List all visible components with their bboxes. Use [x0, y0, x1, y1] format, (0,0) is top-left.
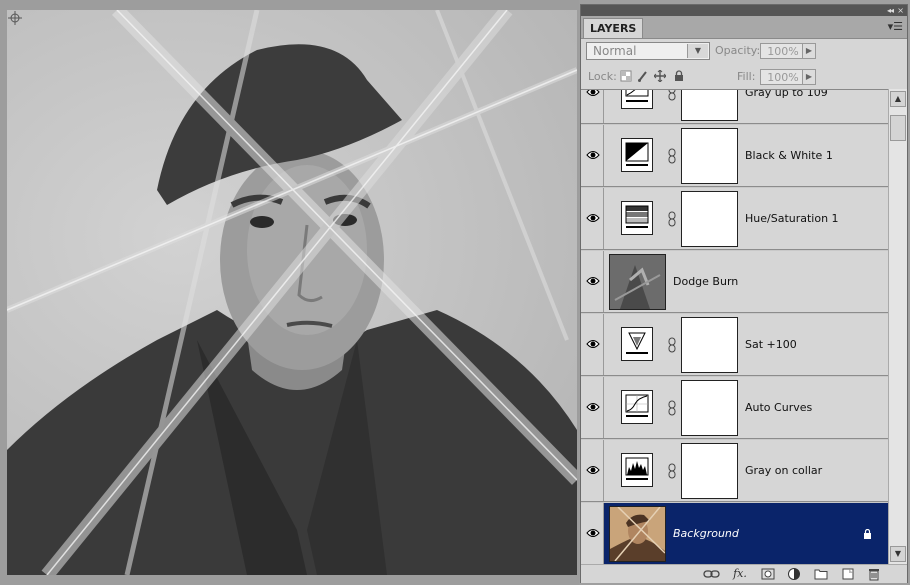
fill-field[interactable]: 100%	[760, 69, 806, 85]
new-group-icon[interactable]	[814, 567, 828, 581]
levels-icon	[621, 453, 653, 487]
fx-icon[interactable]: fx.	[732, 567, 748, 581]
new-adjustment-icon[interactable]	[787, 567, 801, 581]
layer-name[interactable]: Hue/Saturation 1	[745, 188, 839, 250]
new-layer-icon[interactable]	[841, 567, 855, 581]
visibility-toggle[interactable]	[581, 125, 604, 186]
link-chain-icon[interactable]	[668, 400, 676, 416]
layer-row-selected[interactable]: Background	[581, 503, 888, 565]
close-icon[interactable]: ×	[897, 5, 904, 16]
layer-name[interactable]: Gray up to 109	[745, 90, 828, 124]
document-canvas[interactable]	[0, 0, 579, 585]
eye-icon	[586, 214, 600, 222]
lock-icon	[864, 529, 871, 539]
layer-mask-thumbnail[interactable]	[681, 443, 738, 499]
layer-row[interactable]: Black & White 1	[581, 125, 888, 187]
layer-mask-thumbnail[interactable]	[681, 317, 738, 373]
visibility-toggle[interactable]	[581, 440, 604, 501]
tab-layers[interactable]: LAYERS	[583, 18, 644, 38]
double-chevron-right-icon[interactable]: ◂◂	[887, 5, 894, 16]
layer-row[interactable]: Gray up to 109	[581, 89, 888, 124]
lock-label: Lock:	[588, 70, 617, 83]
layer-row[interactable]: Sat +100	[581, 314, 888, 376]
lock-position-move-icon[interactable]	[654, 70, 666, 82]
eye-icon	[586, 277, 600, 285]
visibility-toggle[interactable]	[581, 314, 604, 375]
panel-tab-bar: LAYERS ▾☰	[581, 16, 907, 39]
panel-title-bar[interactable]: ◂◂ ×	[581, 5, 907, 16]
eye-icon	[586, 403, 600, 411]
layer-name[interactable]: Auto Curves	[745, 377, 812, 439]
layer-name[interactable]: Dodge Burn	[673, 251, 738, 313]
add-mask-icon[interactable]	[761, 567, 775, 581]
visibility-toggle[interactable]	[581, 188, 604, 249]
link-chain-icon[interactable]	[668, 89, 676, 101]
portrait-photo[interactable]	[7, 10, 577, 575]
photo-thumbnail[interactable]	[609, 506, 666, 562]
blend-mode-dropdown[interactable]: Normal ▼	[586, 42, 710, 60]
layer-row[interactable]: Dodge Burn	[581, 251, 888, 313]
layer-name[interactable]: Sat +100	[745, 314, 797, 376]
layer-name[interactable]: Black & White 1	[745, 125, 833, 187]
layer-mask-thumbnail[interactable]	[681, 128, 738, 184]
link-chain-icon[interactable]	[668, 463, 676, 479]
scroll-up-arrow-icon[interactable]: ▲	[890, 91, 906, 107]
layer-name[interactable]: Background	[673, 503, 739, 565]
eye-icon	[586, 90, 600, 96]
lock-pixels-brush-icon[interactable]	[637, 70, 649, 82]
hue-saturation-icon	[621, 201, 653, 235]
layer-options-bar: Normal ▼ Opacity: 100% ▶ Lock: Fill: 100…	[581, 39, 907, 91]
fill-slider-arrow[interactable]: ▶	[802, 69, 816, 85]
visibility-toggle[interactable]	[581, 503, 604, 564]
layers-list[interactable]: Gray up to 109 Black & White 1 Hue/Satur…	[581, 89, 888, 565]
delete-trash-icon[interactable]	[867, 567, 881, 581]
visibility-toggle[interactable]	[581, 251, 604, 312]
link-chain-icon[interactable]	[668, 211, 676, 227]
layer-mask-thumbnail[interactable]	[681, 90, 738, 121]
eye-icon	[586, 529, 600, 537]
layer-row[interactable]: Hue/Saturation 1	[581, 188, 888, 250]
chevron-down-icon[interactable]: ▼	[687, 44, 708, 58]
layers-panel: ◂◂ × LAYERS ▾☰ Normal ▼ Opacity: 100% ▶ …	[580, 4, 908, 583]
eye-icon	[586, 151, 600, 159]
layers-scrollbar[interactable]: ▲ ▼	[888, 89, 907, 564]
scroll-down-arrow-icon[interactable]: ▼	[890, 546, 906, 562]
opacity-label: Opacity:	[715, 44, 761, 57]
blend-mode-value: Normal	[593, 44, 637, 58]
opacity-field[interactable]: 100%	[760, 43, 806, 59]
scroll-thumb[interactable]	[890, 115, 906, 141]
opacity-slider-arrow[interactable]: ▶	[802, 43, 816, 59]
vibrance-icon	[621, 327, 653, 361]
panel-menu-icon[interactable]: ▾☰	[888, 20, 903, 33]
eye-icon	[586, 466, 600, 474]
layer-row[interactable]: Auto Curves	[581, 377, 888, 439]
curves-icon	[621, 90, 653, 109]
layer-mask-thumbnail[interactable]	[681, 191, 738, 247]
eye-icon	[586, 340, 600, 348]
visibility-toggle[interactable]	[581, 90, 604, 123]
link-layers-icon[interactable]	[702, 567, 722, 581]
layer-name[interactable]: Gray on collar	[745, 440, 822, 502]
link-chain-icon[interactable]	[668, 148, 676, 164]
lock-transparency-icon[interactable]	[620, 70, 632, 82]
crosshair-cursor-icon	[8, 11, 22, 25]
layers-bottom-toolbar: fx.	[581, 564, 907, 583]
fill-label: Fill:	[737, 70, 756, 83]
layer-mask-thumbnail[interactable]	[681, 380, 738, 436]
lock-all-icon[interactable]	[673, 70, 685, 82]
black-white-icon	[621, 138, 653, 172]
photo-artwork	[7, 10, 577, 575]
link-chain-icon[interactable]	[668, 337, 676, 353]
curves-icon	[621, 390, 653, 424]
layer-row[interactable]: Gray on collar	[581, 440, 888, 502]
pixel-thumbnail[interactable]	[609, 254, 666, 310]
visibility-toggle[interactable]	[581, 377, 604, 438]
